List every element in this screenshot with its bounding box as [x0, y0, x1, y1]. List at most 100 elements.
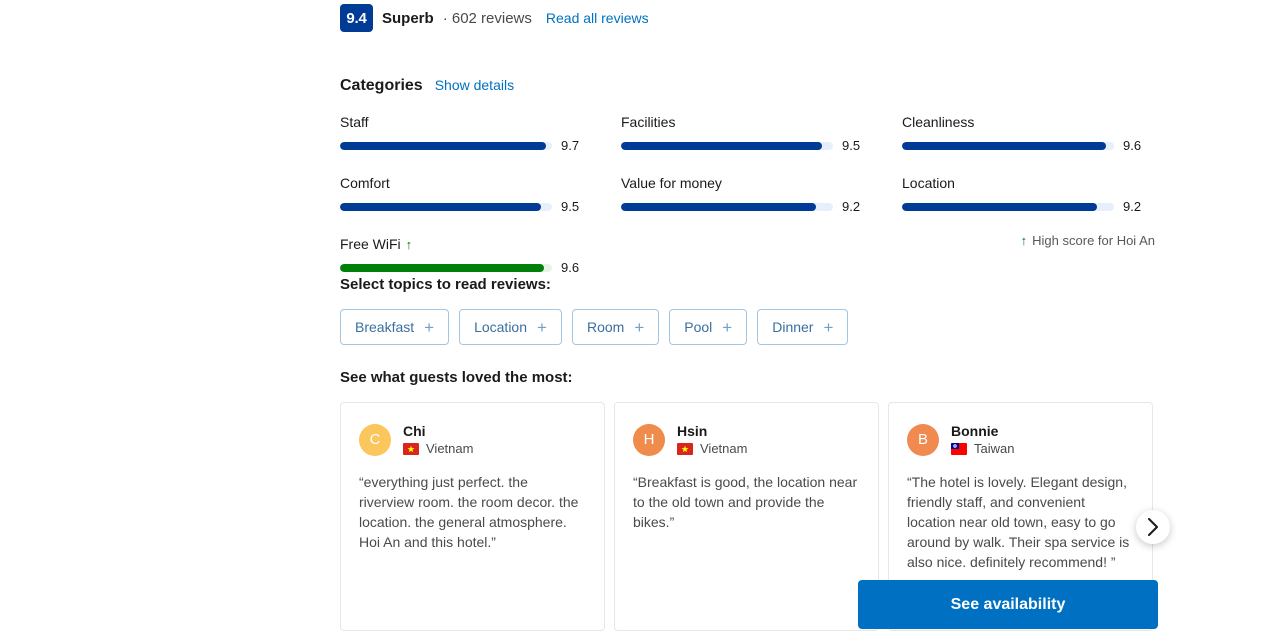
chevron-right-icon — [1148, 518, 1158, 536]
plus-icon: + — [424, 317, 435, 337]
category-label-text: Value for money — [621, 175, 722, 191]
category-label-text: Comfort — [340, 175, 390, 191]
category-progress-track — [340, 263, 552, 272]
topics-title: Select topics to read reviews: — [340, 276, 551, 293]
read-all-reviews-link[interactable]: Read all reviews — [546, 10, 649, 26]
review-card[interactable]: H Hsin Vietnam “Breakfast is good, the loca… — [614, 402, 879, 631]
next-reviews-arrow-button[interactable] — [1136, 510, 1170, 544]
high-score-note: ↑ High score for Hoi An — [1021, 233, 1155, 248]
plus-icon: + — [634, 317, 645, 337]
up-arrow-icon: ↑ — [1020, 233, 1028, 248]
category-score-item: Value for money 9.2 — [621, 175, 864, 214]
category-score-value: 9.7 — [561, 138, 580, 153]
rating-review-count: · 602 reviews — [442, 9, 532, 27]
topic-chip-label: Dinner — [772, 319, 814, 335]
avatar: H — [633, 423, 665, 456]
plus-icon: + — [722, 317, 733, 337]
review-text: “everything just perfect. the riverview … — [359, 474, 579, 551]
categories-title: Categories — [340, 77, 423, 94]
rating-word: Superb — [382, 9, 434, 27]
topic-chip-dinner[interactable]: Dinner + — [757, 309, 849, 345]
category-label-text: Location — [902, 175, 955, 191]
flag-vietnam-icon — [677, 442, 693, 455]
category-label-text: Facilities — [621, 114, 676, 130]
topic-chip-label: Pool — [684, 319, 713, 335]
review-author-country: Vietnam — [677, 441, 747, 456]
rating-score-badge: 9.4 — [340, 4, 373, 32]
category-progress-fill — [621, 202, 817, 211]
category-bar-row: 9.2 — [621, 199, 864, 214]
topic-chip-label: Room — [586, 319, 625, 335]
review-author-country-label: Taiwan — [974, 441, 1015, 457]
topic-chip-list: Breakfast + Location + Room + Pool + Dinner + — [340, 309, 849, 345]
category-label-text: Free WiFi — [340, 236, 401, 252]
topic-chip-breakfast[interactable]: Breakfast + — [340, 309, 450, 345]
category-label: Cleanliness — [902, 114, 1145, 130]
category-label: Staff — [340, 114, 583, 130]
category-score-item: Staff 9.7 — [340, 114, 583, 153]
category-score-value: 9.5 — [561, 199, 580, 214]
review-author-country: Taiwan — [951, 441, 1014, 456]
category-score-value: 9.2 — [842, 199, 861, 214]
category-label-text: Staff — [340, 114, 369, 130]
review-author: H Hsin Vietnam — [633, 423, 860, 456]
categories-header: Categories Show details — [340, 77, 514, 95]
category-score-item: Free WiFi ↑ 9.6 — [340, 236, 583, 275]
category-progress-track — [902, 141, 1114, 150]
category-score-value: 9.6 — [561, 260, 580, 275]
category-progress-track — [902, 202, 1114, 211]
category-progress-track — [621, 141, 833, 150]
avatar: B — [907, 423, 939, 456]
category-progress-fill — [621, 141, 823, 150]
topic-chip-pool[interactable]: Pool + — [669, 309, 748, 345]
category-bar-row: 9.2 — [902, 199, 1145, 214]
category-progress-fill — [902, 141, 1106, 150]
category-label-text: Cleanliness — [902, 114, 975, 130]
category-label: Comfort — [340, 175, 583, 191]
see-availability-button[interactable]: See availability — [858, 580, 1158, 629]
up-arrow-icon: ↑ — [405, 236, 413, 252]
category-progress-fill — [340, 263, 544, 272]
category-score-grid: Staff 9.7 Facilities 9.5 Cleanliness 9.6 Comfo… — [340, 114, 1155, 275]
category-score-value: 9.6 — [1123, 138, 1142, 153]
category-score-item: Cleanliness 9.6 — [902, 114, 1145, 153]
category-label: Location — [902, 175, 1145, 191]
plus-icon: + — [823, 317, 834, 337]
category-label: Facilities — [621, 114, 864, 130]
category-score-value: 9.2 — [1123, 199, 1142, 214]
review-author-details: Hsin Vietnam — [677, 423, 747, 456]
flag-taiwan-icon — [951, 442, 967, 455]
review-text: “The hotel is lovely. Elegant design, fr… — [907, 474, 1130, 571]
high-score-note-label: High score for Hoi An — [1032, 233, 1155, 248]
category-score-item: Location 9.2 — [902, 175, 1145, 214]
category-bar-row: 9.5 — [621, 138, 864, 153]
review-author-country-label: Vietnam — [426, 441, 474, 457]
review-card[interactable]: C Chi Vietnam “everything just perfect. the… — [340, 402, 605, 631]
avatar: C — [359, 423, 391, 456]
guests-loved-title: See what guests loved the most: — [340, 369, 573, 386]
category-score-item: Comfort 9.5 — [340, 175, 583, 214]
topic-chip-room[interactable]: Room + — [571, 309, 660, 345]
review-author-name: Bonnie — [951, 423, 999, 439]
review-author-name: Hsin — [677, 423, 708, 439]
category-progress-fill — [340, 141, 546, 150]
category-bar-row: 9.6 — [340, 260, 583, 275]
category-progress-track — [621, 202, 833, 211]
category-progress-track — [340, 141, 552, 150]
category-progress-fill — [340, 202, 542, 211]
show-details-link[interactable]: Show details — [435, 77, 514, 93]
category-label: Free WiFi ↑ — [340, 236, 583, 252]
review-author-name: Chi — [403, 423, 426, 439]
category-bar-row: 9.5 — [340, 199, 583, 214]
category-score-value: 9.5 — [842, 138, 861, 153]
hotel-reviews-panel: 9.4 Superb · 602 reviews Read all review… — [0, 0, 1277, 631]
review-author: B Bonnie Taiwan — [907, 423, 1134, 456]
flag-vietnam-icon — [403, 442, 419, 455]
topic-chip-location[interactable]: Location + — [459, 309, 562, 345]
review-text: “Breakfast is good, the location near to… — [633, 474, 858, 531]
category-progress-track — [340, 202, 552, 211]
category-bar-row: 9.7 — [340, 138, 583, 153]
category-score-item: Facilities 9.5 — [621, 114, 864, 153]
review-author: C Chi Vietnam — [359, 423, 586, 456]
category-bar-row: 9.6 — [902, 138, 1145, 153]
